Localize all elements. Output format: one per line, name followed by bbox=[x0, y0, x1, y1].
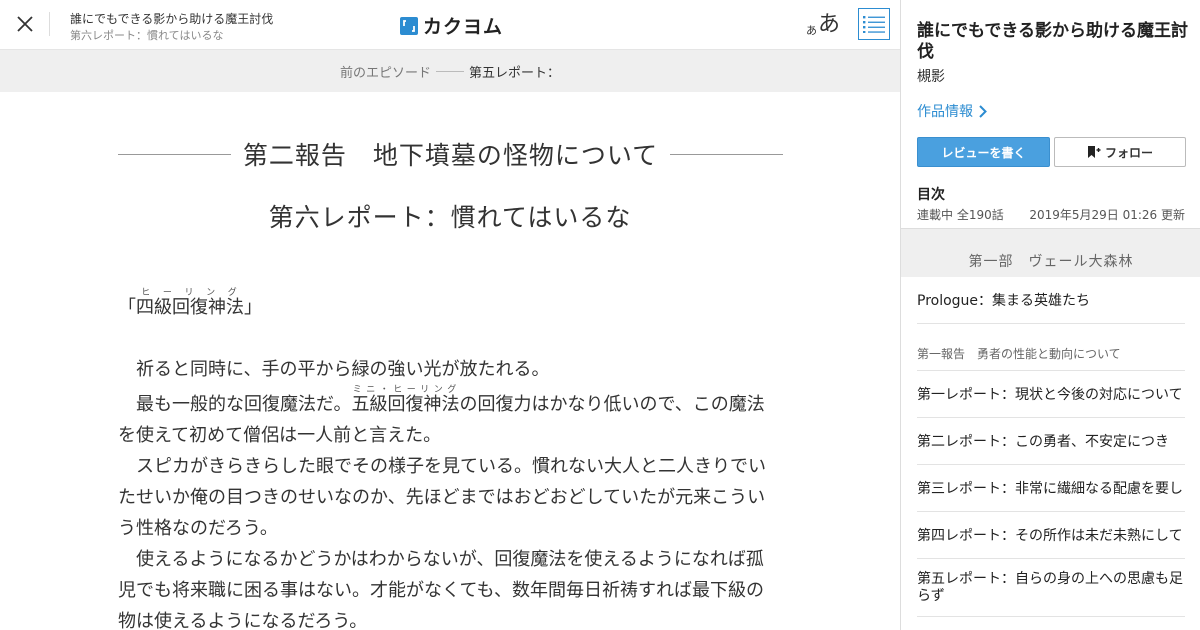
body-paragraph: 最も一般的な回復魔法だ。五級回復神法ミニ・ヒーリングの回復力はかなり低いので、こ… bbox=[118, 385, 765, 446]
close-button[interactable] bbox=[12, 11, 38, 37]
toc-item[interactable]: 第二レポート：この勇者、不安定につき bbox=[917, 418, 1185, 465]
font-size-button[interactable]: あ あ bbox=[806, 8, 840, 40]
chapter-heading-rule-right bbox=[670, 153, 784, 155]
header-episode-title: 第六レポート：慣れてはいるな bbox=[70, 29, 224, 42]
reading-area: 第二報告 地下墳墓の怪物について 第六レポート：慣れてはいるな 「四級回復神法ヒ… bbox=[0, 92, 900, 630]
bookmark-plus-icon bbox=[1087, 146, 1101, 158]
body-paragraph: 祈ると同時に、手の平から緑の強い光が放たれる。 bbox=[136, 359, 550, 380]
work-info-link[interactable]: 作品情報 bbox=[917, 101, 987, 121]
header-work-title[interactable]: 誰にでもできる影から助ける魔王討伐 bbox=[70, 10, 273, 27]
toc-item[interactable]: 第三レポート：非常に繊細なる配慮を要し bbox=[917, 465, 1185, 512]
prev-episode-link[interactable]: 前のエピソード bbox=[340, 62, 431, 81]
logo-mark-icon bbox=[400, 16, 418, 35]
serial-status: 連載中 全190話 bbox=[917, 208, 1004, 222]
episode-nav-bar: 前のエピソード 第五レポート： bbox=[0, 50, 900, 92]
nav-connector-line bbox=[436, 70, 464, 72]
list-icon bbox=[863, 16, 885, 33]
ruby-text: 四級回復神法ヒーリング bbox=[136, 288, 244, 318]
kakuyomu-logo[interactable]: カクヨム bbox=[400, 12, 503, 39]
font-size-small-glyph: あ bbox=[806, 24, 817, 37]
sidebar-work-title[interactable]: 誰にでもできる影から助ける魔王討伐 bbox=[917, 21, 1189, 63]
toc-label: 目次 bbox=[917, 187, 945, 203]
work-info-label: 作品情報 bbox=[917, 104, 973, 120]
logo-text: カクヨム bbox=[423, 16, 504, 38]
toc-item-prologue[interactable]: Prologue：集まる英雄たち bbox=[917, 277, 1185, 324]
body-paragraph: 使えるようになるかどうかはわからないが、回復魔法を使えるようになれば孤児でも将来… bbox=[118, 549, 765, 630]
write-review-button[interactable]: レビューを書く bbox=[917, 137, 1050, 167]
follow-button[interactable]: フォロー bbox=[1054, 137, 1186, 167]
toc-item[interactable]: 第五レポート：自らの身の上への思慮も足らず bbox=[917, 559, 1185, 617]
toc-list: 第一部 ヴェール大森林 Prologue：集まる英雄たち 第一報告 勇者の性能と… bbox=[901, 228, 1200, 630]
toc-sidebar: 誰にでもできる影から助ける魔王討伐 槻影 作品情報 レビューを書く フォロー 目… bbox=[900, 0, 1200, 630]
close-icon bbox=[17, 16, 33, 32]
part-header: 第一部 ヴェール大森林 bbox=[901, 229, 1200, 277]
episode-title: 第六レポート：慣れてはいるな bbox=[268, 203, 632, 232]
toc-item[interactable]: 第一レポート：現状と今後の対応について bbox=[917, 371, 1185, 418]
episode-body: 「四級回復神法ヒーリング」 祈ると同時に、手の平から緑の強い光が放たれる。 最も… bbox=[118, 288, 778, 630]
font-size-big-glyph: あ bbox=[818, 12, 841, 37]
last-updated: 2019年5月29日 01:26 更新 bbox=[1029, 208, 1185, 222]
body-paragraph: 「四級回復神法ヒーリング」 bbox=[118, 288, 262, 318]
reader-header: 誰にでもできる影から助ける魔王討伐 第六レポート：慣れてはいるな カクヨム あ … bbox=[0, 0, 900, 50]
ruby-text: 五級回復神法ミニ・ヒーリング bbox=[351, 385, 460, 415]
chapter-heading-rule-left bbox=[118, 153, 231, 155]
chapter-heading: 第二報告 地下墳墓の怪物について bbox=[118, 136, 784, 172]
chevron-right-icon bbox=[979, 104, 987, 118]
toc-chapter-header: 第一報告 勇者の性能と動向について bbox=[917, 324, 1185, 371]
follow-label: フォロー bbox=[1104, 145, 1153, 160]
toc-item[interactable]: 第四レポート：その所作は未だ未熟にして bbox=[917, 512, 1185, 559]
chapter-title: 第二報告 地下墳墓の怪物について bbox=[242, 141, 659, 170]
current-episode-label[interactable]: 第五レポート： bbox=[469, 62, 560, 81]
sidebar-author[interactable]: 槻影 bbox=[917, 66, 945, 86]
header-divider bbox=[49, 12, 50, 36]
body-paragraph: スピカがきらきらした眼でその様子を見ている。慣れない大人と二人きりでいたせいか俺… bbox=[118, 456, 766, 539]
toc-toggle-button[interactable] bbox=[858, 8, 890, 40]
